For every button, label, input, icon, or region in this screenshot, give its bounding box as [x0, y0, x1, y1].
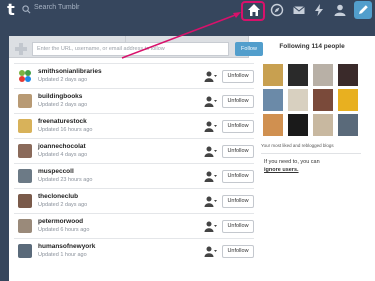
unfollow-button[interactable]: Unfollow — [222, 195, 254, 208]
home-highlight-box — [241, 1, 265, 21]
blog-name[interactable]: petermorwood — [38, 218, 83, 225]
blog-thumbnail[interactable] — [263, 114, 283, 136]
updated-time: Updated 23 hours ago — [38, 177, 93, 183]
blog-thumbnail[interactable] — [263, 64, 283, 86]
unfollow-button[interactable]: Unfollow — [222, 170, 254, 183]
blog-thumbnail[interactable] — [338, 114, 358, 136]
avatar — [18, 194, 32, 208]
avatar — [18, 169, 32, 183]
blog-thumbnail[interactable] — [338, 89, 358, 111]
updated-time: Updated 6 hours ago — [38, 227, 90, 233]
blog-thumbnail[interactable] — [313, 114, 333, 136]
list-item: humansofnewyork Updated 1 hour ago Unfol… — [14, 238, 254, 263]
unfollow-button[interactable]: Unfollow — [222, 70, 254, 83]
tab-following[interactable]: Following 114 people — [249, 36, 375, 58]
account-person-icon[interactable] — [333, 3, 347, 17]
unfollow-button[interactable]: Unfollow — [222, 145, 254, 158]
blog-thumbnail[interactable] — [288, 64, 308, 86]
unfollow-button[interactable]: Unfollow — [222, 95, 254, 108]
unfollow-button[interactable]: Unfollow — [222, 220, 254, 233]
compose-post-button[interactable] — [354, 1, 372, 19]
list-item: freenaturestock Updated 16 hours ago Unf… — [14, 113, 254, 138]
blog-thumbnail[interactable] — [313, 64, 333, 86]
updated-time: Updated 4 days ago — [38, 152, 88, 158]
list-item: joannechocolat Updated 4 days ago Unfoll… — [14, 138, 254, 163]
person-options-icon[interactable] — [204, 221, 217, 232]
list-item: smithsonianlibraries Updated 2 days ago … — [14, 63, 254, 88]
follow-button[interactable]: Follow — [235, 42, 263, 56]
plus-icon — [15, 43, 27, 55]
pencil-icon — [359, 5, 368, 14]
blog-name[interactable]: joannechocolat — [38, 143, 86, 150]
blog-thumbnail[interactable] — [338, 64, 358, 86]
person-options-icon[interactable] — [204, 121, 217, 132]
search-box[interactable]: Search Tumblr — [22, 3, 112, 17]
follow-add-row: Enter the URL, username, or email addres… — [14, 42, 263, 56]
blog-name[interactable]: humansofnewyork — [38, 243, 95, 250]
blog-thumbnail[interactable] — [288, 89, 308, 111]
inbox-mail-icon[interactable] — [292, 3, 306, 17]
ignore-help-text: If you need to, you can — [264, 159, 320, 165]
person-options-icon[interactable] — [204, 196, 217, 207]
blog-name[interactable]: thecloneclub — [38, 193, 78, 200]
avatar — [18, 219, 32, 233]
person-options-icon[interactable] — [204, 171, 217, 182]
ignore-help-line: ignore users. — [264, 167, 299, 173]
avatar — [18, 69, 32, 83]
explore-compass-icon[interactable] — [270, 3, 284, 17]
avatar — [18, 144, 32, 158]
activity-lightning-icon[interactable] — [312, 3, 326, 17]
updated-time: Updated 16 hours ago — [38, 127, 93, 133]
updated-time: Updated 2 days ago — [38, 202, 88, 208]
blog-name[interactable]: freenaturestock — [38, 118, 87, 125]
list-item: petermorwood Updated 6 hours ago Unfollo… — [14, 213, 254, 238]
sidebar-divider — [261, 153, 361, 154]
updated-time: Updated 2 days ago — [38, 102, 88, 108]
tumblr-logo[interactable]: t — [3, 1, 19, 19]
person-options-icon[interactable] — [204, 71, 217, 82]
top-navigation-bar: t Search Tumblr — [0, 0, 375, 22]
blog-name[interactable]: muspeccoll — [38, 168, 74, 175]
unfollow-button[interactable]: Unfollow — [222, 245, 254, 258]
avatar — [18, 94, 32, 108]
updated-time: Updated 2 days ago — [38, 77, 88, 83]
follow-url-input[interactable]: Enter the URL, username, or email addres… — [32, 42, 229, 56]
list-item: thecloneclub Updated 2 days ago Unfollow — [14, 188, 254, 213]
blog-thumbnail[interactable] — [263, 89, 283, 111]
person-options-icon[interactable] — [204, 246, 217, 257]
ignore-users-link[interactable]: ignore users. — [264, 167, 299, 173]
list-item: muspeccoll Updated 23 hours ago Unfollow — [14, 163, 254, 188]
blog-name[interactable]: smithsonianlibraries — [38, 68, 102, 75]
top-blogs-caption: Your most liked and reblogged blogs — [261, 143, 334, 148]
avatar — [18, 119, 32, 133]
blog-name[interactable]: buildingbooks — [38, 93, 82, 100]
person-options-icon[interactable] — [204, 96, 217, 107]
avatar — [18, 244, 32, 258]
person-options-icon[interactable] — [204, 146, 217, 157]
search-placeholder[interactable]: Search Tumblr — [34, 4, 80, 11]
blog-thumbnail[interactable] — [288, 114, 308, 136]
blog-thumbnail[interactable] — [313, 89, 333, 111]
unfollow-button[interactable]: Unfollow — [222, 120, 254, 133]
updated-time: Updated 1 hour ago — [38, 252, 87, 258]
list-item: buildingbooks Updated 2 days ago Unfollo… — [14, 88, 254, 113]
search-icon — [22, 5, 31, 14]
